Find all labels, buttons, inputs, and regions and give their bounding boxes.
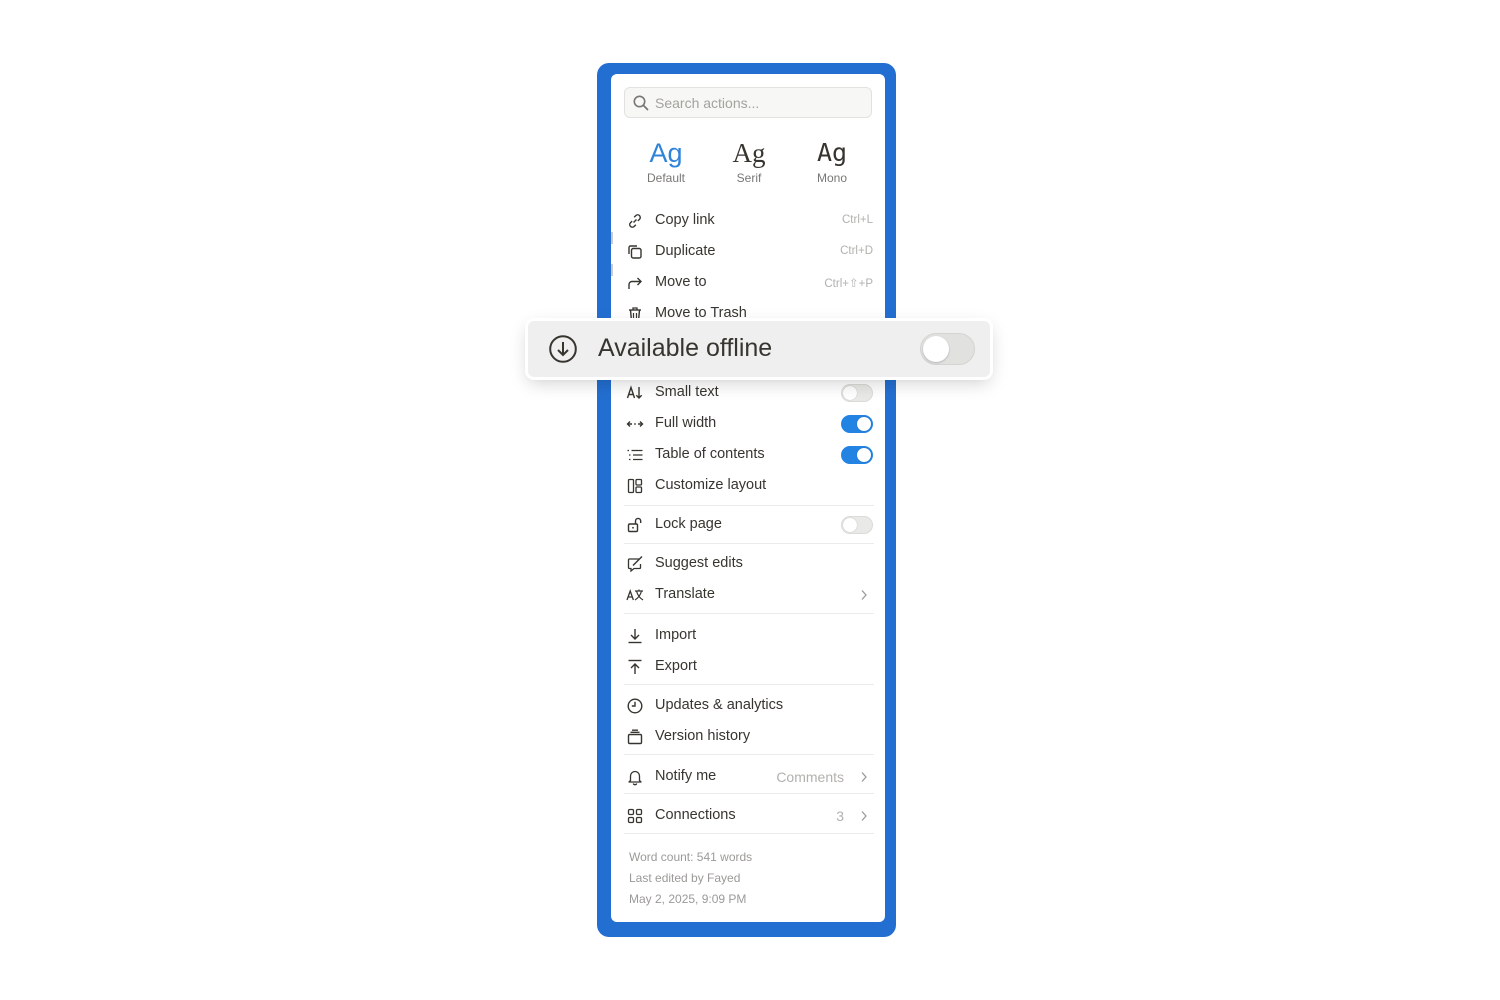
translate-icon (626, 586, 644, 604)
word-count: Word count: 541 words (629, 850, 753, 864)
connections-label: Connections (655, 807, 736, 823)
last-edited-time: May 2, 2025, 9:09 PM (629, 892, 747, 906)
connections-grid-icon (626, 807, 644, 825)
font-label: Serif (736, 171, 762, 185)
notify-me-value: Comments (776, 769, 844, 785)
chevron-right-icon (859, 809, 869, 823)
font-sample: Ag (816, 138, 848, 167)
font-option-serif[interactable]: Ag Serif (714, 136, 784, 185)
copy-link-label: Copy link (655, 212, 715, 228)
version-history-icon (626, 728, 644, 746)
bell-icon (626, 768, 644, 786)
layout-icon (626, 477, 644, 495)
customize-layout-item[interactable]: Customize layout (624, 472, 874, 500)
duplicate-icon (626, 243, 644, 261)
divider (624, 754, 874, 755)
table-of-contents-icon (626, 446, 644, 464)
available-offline-toggle[interactable] (920, 333, 975, 365)
available-offline-item[interactable]: Available offline (528, 321, 990, 377)
last-edited-by: Last edited by Fayed (629, 871, 741, 885)
table-of-contents-item[interactable]: Table of contents (624, 441, 874, 469)
search-input[interactable] (655, 92, 865, 114)
chevron-right-icon (859, 588, 869, 602)
connections-item[interactable]: Connections 3 (624, 802, 874, 830)
updates-analytics-label: Updates & analytics (655, 697, 784, 713)
font-style-picker: Ag Default Ag Serif Ag Mono (624, 136, 872, 191)
page-options-menu: Ag Default Ag Serif Ag Mono Copy link Ct… (611, 74, 885, 922)
copy-link-shortcut: Ctrl+L (842, 214, 873, 226)
toggle-knob (843, 518, 857, 532)
search-box[interactable] (624, 87, 872, 118)
search-icon (632, 94, 650, 112)
small-text-item[interactable]: Small text (624, 379, 874, 407)
font-sample: Ag (732, 138, 766, 168)
move-to-label: Move to (655, 274, 707, 290)
import-item[interactable]: Import (624, 622, 874, 650)
divider (624, 505, 874, 506)
clock-icon (626, 697, 644, 715)
copy-link-item[interactable]: Copy link Ctrl+L (624, 207, 874, 235)
link-icon (626, 212, 644, 230)
font-label: Mono (816, 171, 848, 185)
available-offline-label: Available offline (598, 334, 773, 362)
full-width-item[interactable]: Full width (624, 410, 874, 438)
export-label: Export (655, 658, 697, 674)
updates-analytics-item[interactable]: Updates & analytics (624, 692, 874, 720)
background-text-fragment (611, 232, 616, 244)
translate-label: Translate (655, 586, 715, 602)
duplicate-label: Duplicate (655, 243, 716, 259)
small-text-label: Small text (655, 384, 719, 400)
export-item[interactable]: Export (624, 653, 874, 681)
suggest-edits-label: Suggest edits (655, 555, 743, 571)
divider (624, 684, 874, 685)
move-to-item[interactable]: Move to Ctrl+⇧+P (624, 269, 874, 297)
version-history-label: Version history (655, 728, 751, 744)
connections-count: 3 (836, 808, 844, 824)
page-info-footer: Word count: 541 words Last edited by Fay… (629, 847, 869, 910)
font-sample: Ag (649, 138, 683, 168)
import-label: Import (655, 627, 697, 643)
duplicate-shortcut: Ctrl+D (840, 245, 873, 257)
toggle-knob (843, 386, 857, 400)
import-icon (626, 627, 644, 645)
notify-me-item[interactable]: Notify me Comments (624, 763, 874, 791)
divider (624, 833, 874, 834)
toggle-knob (857, 417, 871, 431)
divider (624, 543, 874, 544)
lock-page-label: Lock page (655, 516, 722, 532)
export-icon (626, 658, 644, 676)
chevron-right-icon (859, 770, 869, 784)
lock-page-item[interactable]: Lock page (624, 511, 874, 539)
font-option-default[interactable]: Ag Default (631, 136, 701, 185)
translate-item[interactable]: Translate (624, 581, 874, 609)
suggest-edits-item[interactable]: Suggest edits (624, 550, 874, 578)
move-to-trash-label: Move to Trash (655, 305, 747, 321)
toggle-knob (923, 336, 949, 362)
duplicate-item[interactable]: Duplicate Ctrl+D (624, 238, 874, 266)
background-text-fragment (611, 264, 616, 276)
unlock-icon (626, 516, 644, 534)
divider (624, 793, 874, 794)
table-of-contents-label: Table of contents (655, 446, 765, 462)
small-text-toggle[interactable] (841, 384, 873, 402)
full-width-icon (626, 415, 644, 433)
toggle-knob (857, 448, 871, 462)
full-width-label: Full width (655, 415, 717, 431)
divider (624, 613, 874, 614)
move-to-shortcut: Ctrl+⇧+P (824, 278, 873, 290)
move-arrow-icon (626, 274, 644, 292)
full-width-toggle[interactable] (841, 415, 873, 433)
font-option-mono[interactable]: Ag Mono (797, 136, 867, 185)
download-circle-icon (548, 334, 578, 364)
small-text-icon (626, 384, 644, 402)
notify-me-label: Notify me (655, 768, 717, 784)
version-history-item[interactable]: Version history (624, 723, 874, 751)
lock-page-toggle[interactable] (841, 516, 873, 534)
table-of-contents-toggle[interactable] (841, 446, 873, 464)
suggest-edit-icon (626, 555, 644, 573)
font-label: Default (646, 171, 686, 185)
customize-layout-label: Customize layout (655, 477, 767, 493)
